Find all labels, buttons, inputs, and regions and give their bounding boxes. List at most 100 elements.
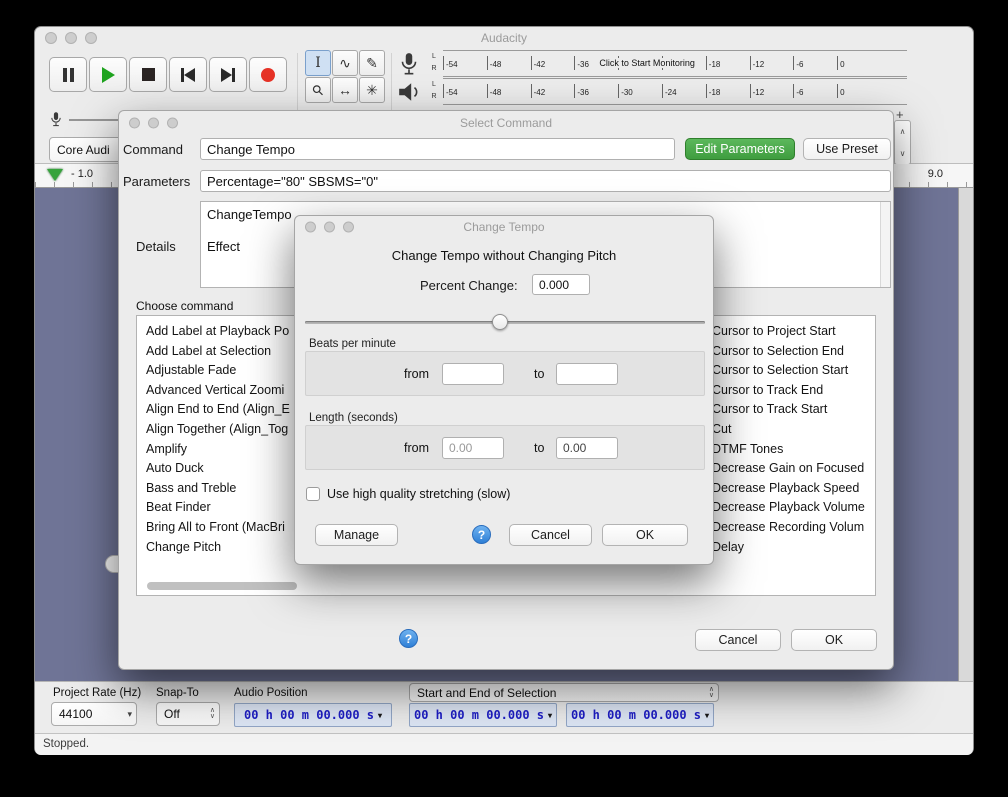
percent-change-input[interactable] xyxy=(532,274,590,295)
length-group: from to xyxy=(305,425,705,470)
cancel-button[interactable]: Cancel xyxy=(695,629,781,651)
zoom-button[interactable] xyxy=(343,222,354,233)
record-meter[interactable]: L R -54-48-42-36-30-24-18-12-60 Click to… xyxy=(429,50,907,77)
command-input[interactable] xyxy=(200,138,675,160)
record-button[interactable] xyxy=(249,57,287,92)
stop-button[interactable] xyxy=(129,57,167,92)
command-list-right-column: Cursor to Project StartCursor to Selecti… xyxy=(712,322,874,557)
audio-position-field[interactable]: 00 h 00 m 00.000 s ▾ xyxy=(234,703,392,727)
envelope-tool-button[interactable]: ∿ xyxy=(332,50,358,76)
command-option[interactable]: Cursor to Track End xyxy=(712,381,874,401)
command-option[interactable]: Decrease Playback Speed xyxy=(712,479,874,499)
length-to-input[interactable] xyxy=(556,437,618,459)
traffic-lights xyxy=(305,222,354,233)
command-option[interactable]: Decrease Playback Volume xyxy=(712,498,874,518)
zoom-tool-button[interactable]: ⚲ xyxy=(305,77,331,103)
meter-tick: -54 xyxy=(443,84,487,98)
bpm-group-label: Beats per minute xyxy=(309,338,396,350)
bpm-from-label: from xyxy=(404,367,429,381)
selection-mode-select[interactable]: Start and End of Selection ∧∨ xyxy=(409,683,719,702)
snap-to-label: Snap-To xyxy=(156,687,199,699)
stop-icon xyxy=(142,68,155,81)
main-titlebar[interactable]: Audacity xyxy=(35,27,973,49)
pause-button[interactable] xyxy=(49,57,87,92)
input-device-mic-icon[interactable] xyxy=(49,111,63,129)
command-option[interactable]: Decrease Recording Volum xyxy=(712,518,874,538)
stepper-icon: ∧∨ xyxy=(706,687,714,699)
play-pin-icon[interactable] xyxy=(47,169,63,181)
command-option[interactable]: Cursor to Track Start xyxy=(712,400,874,420)
edit-parameters-button[interactable]: Edit Parameters xyxy=(685,138,795,160)
change-tempo-titlebar[interactable]: Change Tempo xyxy=(295,216,713,238)
minimize-button[interactable] xyxy=(148,118,159,129)
help-button[interactable]: ? xyxy=(472,525,491,544)
meter-tick: -12 xyxy=(750,56,794,70)
selection-start-field[interactable]: 00 h 00 m 00.000 s ▾ xyxy=(409,703,557,727)
close-button[interactable] xyxy=(305,222,316,233)
status-text: Stopped. xyxy=(43,738,89,750)
dropdown-icon: ▾ xyxy=(124,709,132,720)
stepper-down-icon[interactable]: ∨ xyxy=(900,149,906,158)
envelope-tool-icon: ∿ xyxy=(339,55,351,72)
details-label: Details xyxy=(136,239,176,254)
horizontal-scrollbar[interactable] xyxy=(147,582,297,590)
minimize-button[interactable] xyxy=(65,32,77,44)
monitoring-hint[interactable]: Click to Start Monitoring xyxy=(595,58,699,68)
bpm-group: from to xyxy=(305,351,705,396)
command-option[interactable]: Delay xyxy=(712,538,874,558)
play-button[interactable] xyxy=(89,57,127,92)
ok-button[interactable]: OK xyxy=(602,524,688,546)
selection-start-value: 00 h 00 m 00.000 s xyxy=(414,708,544,722)
timeshift-tool-icon: ↔ xyxy=(338,82,352,98)
vertical-scrollbar[interactable] xyxy=(958,188,973,681)
bpm-to-input[interactable] xyxy=(556,363,618,385)
skip-to-end-button[interactable] xyxy=(209,57,247,92)
help-button[interactable]: ? xyxy=(399,629,418,648)
zoom-button[interactable] xyxy=(85,32,97,44)
record-meter-mic-icon[interactable] xyxy=(397,52,421,78)
stepper-up-icon[interactable]: ∧ xyxy=(900,127,906,136)
close-button[interactable] xyxy=(129,118,140,129)
playback-meter-speaker-icon[interactable] xyxy=(397,82,421,102)
slider-thumb[interactable] xyxy=(492,314,508,330)
input-level-slider[interactable] xyxy=(69,119,121,121)
playback-meter-left-label: L xyxy=(429,81,439,89)
command-option[interactable]: Cursor to Selection End xyxy=(712,342,874,362)
selection-tool-button[interactable]: I xyxy=(305,50,331,76)
dropdown-icon[interactable]: ▾ xyxy=(548,711,552,720)
command-option[interactable]: DTMF Tones xyxy=(712,440,874,460)
command-option[interactable]: Decrease Gain on Focused xyxy=(712,459,874,479)
dialog-title: Select Command xyxy=(460,116,552,130)
vertical-stepper[interactable]: ∧ ∨ xyxy=(894,120,911,165)
minimize-button[interactable] xyxy=(324,222,335,233)
meter-tick: 0 xyxy=(837,84,881,98)
command-option[interactable]: Cut xyxy=(712,420,874,440)
ok-label: OK xyxy=(636,528,654,542)
parameters-input[interactable] xyxy=(200,170,891,192)
bpm-from-input[interactable] xyxy=(442,363,504,385)
traffic-lights xyxy=(129,118,178,129)
close-button[interactable] xyxy=(45,32,57,44)
timeshift-tool-button[interactable]: ↔ xyxy=(332,77,358,103)
selection-end-field[interactable]: 00 h 00 m 00.000 s ▾ xyxy=(566,703,714,727)
use-preset-button[interactable]: Use Preset xyxy=(803,138,891,160)
command-option[interactable]: Cursor to Selection Start xyxy=(712,361,874,381)
details-scrollbar[interactable] xyxy=(880,202,890,287)
cancel-button[interactable]: Cancel xyxy=(509,524,592,546)
dropdown-icon[interactable]: ▾ xyxy=(378,711,382,720)
dropdown-icon[interactable]: ▾ xyxy=(705,711,709,720)
command-option[interactable]: Cursor to Project Start xyxy=(712,322,874,342)
playback-meter[interactable]: L R -54-48-42-36-30-24-18-12-60 xyxy=(429,78,907,105)
snap-to-select[interactable]: Off ∧∨ xyxy=(156,702,220,726)
length-from-input[interactable] xyxy=(442,437,504,459)
zoom-button[interactable] xyxy=(167,118,178,129)
draw-tool-button[interactable]: ✎ xyxy=(359,50,385,76)
project-rate-select[interactable]: 44100 ▾ xyxy=(51,702,137,726)
high-quality-stretch-checkbox[interactable] xyxy=(306,487,320,501)
manage-button[interactable]: Manage xyxy=(315,524,398,546)
multi-tool-button[interactable]: ✳ xyxy=(359,77,385,103)
ok-button[interactable]: OK xyxy=(791,629,877,651)
skip-to-start-button[interactable] xyxy=(169,57,207,92)
details-line-1: ChangeTempo xyxy=(207,207,292,222)
select-command-titlebar[interactable]: Select Command xyxy=(119,111,893,135)
